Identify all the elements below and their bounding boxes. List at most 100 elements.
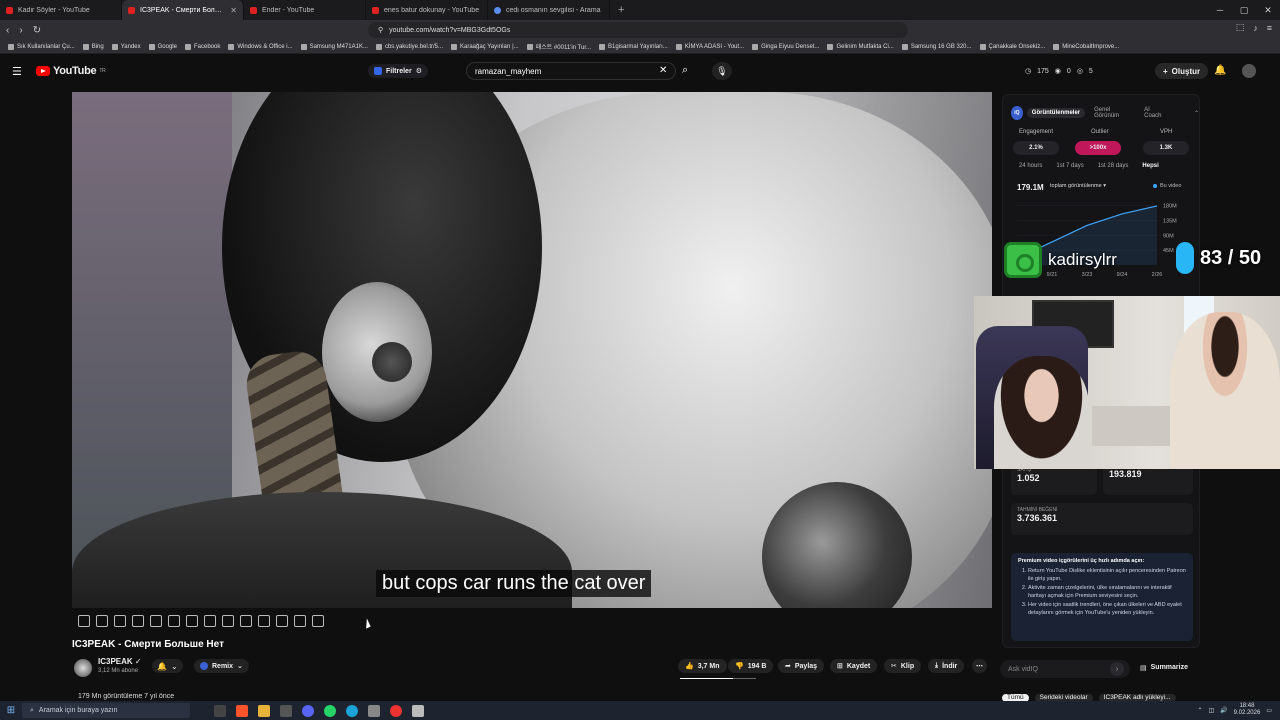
windows-start-icon[interactable]: ⊞ — [0, 705, 22, 716]
bookmark-item[interactable]: Facebook — [184, 43, 220, 50]
bookmark-item[interactable]: Samsung 16 GB 320... — [901, 43, 972, 50]
app-icon[interactable] — [368, 704, 380, 717]
notifications-bell-icon[interactable]: 🔔 — [1214, 65, 1226, 76]
range-all[interactable]: Hepsi — [1142, 163, 1158, 169]
extension-icon[interactable]: ⬚ — [1236, 22, 1245, 33]
more-actions-button[interactable]: ⋯ — [972, 659, 987, 673]
speed-icon[interactable] — [204, 615, 216, 627]
flask-icon[interactable] — [294, 615, 306, 627]
camera-icon[interactable] — [276, 615, 288, 627]
bookmark-item[interactable]: Bing — [82, 43, 104, 50]
audio-icon[interactable] — [114, 615, 126, 627]
bookmark-item[interactable]: Ginga Eiyuu Denset... — [752, 43, 819, 50]
speed-alt-icon[interactable] — [222, 615, 234, 627]
bookmark-item[interactable]: Samsung M471A1K... — [300, 43, 368, 50]
playlist-icon[interactable] — [132, 615, 144, 627]
channel-name[interactable]: IC3PEAK ✓ — [98, 657, 142, 666]
bookmark-item[interactable]: Sık Kullanılanlar Çu... — [8, 43, 75, 50]
bookmark-item[interactable]: Windows & Office i... — [228, 43, 293, 50]
chevron-up-icon[interactable]: ⌃ — [1194, 110, 1199, 117]
close-tab-icon[interactable]: ✕ — [230, 6, 237, 15]
send-icon[interactable]: › — [1110, 662, 1124, 676]
bookmark-item[interactable]: Gelinim Mutfakta Ci... — [827, 43, 894, 50]
minimize-icon[interactable]: ─ — [1208, 5, 1232, 15]
create-button[interactable]: + Oluştur — [1155, 63, 1209, 79]
bookmark-item[interactable]: 패스트 #0011'in Tur... — [526, 42, 591, 51]
subscription-bell-button[interactable]: 🔔 ⌄ — [152, 659, 183, 673]
save-button[interactable]: ⊞ Kaydet — [830, 659, 878, 673]
app-icon[interactable] — [346, 704, 358, 717]
share-button[interactable]: ➦ Paylaş — [778, 659, 825, 673]
like-button[interactable]: 👍 3,7 Mn — [678, 659, 727, 673]
hamburger-menu-icon[interactable]: ☰ — [12, 65, 22, 78]
discord-icon[interactable] — [302, 704, 314, 717]
bookmark-item[interactable]: B1gisarmal Yayınları... — [599, 43, 668, 50]
browser-tab[interactable]: enes batur dokunay - YouTube — [366, 0, 488, 20]
youtube-logo[interactable]: YouTube TR — [36, 65, 106, 77]
bookmark-item[interactable]: Çanakkale Onsekiz... — [979, 43, 1045, 50]
gear-icon[interactable] — [312, 615, 324, 627]
address-bar[interactable]: ⚲ youtube.com/watch?v=MBG3Gdt5OGs — [368, 22, 908, 38]
new-tab-button[interactable]: + — [618, 4, 624, 16]
bookmark-item[interactable]: cbs.yakutiye.bel.tr/5... — [375, 43, 443, 50]
bookmark-item[interactable]: Karaağaç Yayınları |... — [451, 43, 519, 50]
range-7d[interactable]: 1st 7 days — [1056, 163, 1083, 169]
music-icon[interactable]: ♪ — [1253, 23, 1258, 33]
menu-icon[interactable]: ≡ — [1267, 23, 1272, 33]
back-icon[interactable]: ‹ — [6, 25, 9, 36]
task-view-icon[interactable] — [214, 704, 226, 717]
remix-button[interactable]: Remix ⌄ — [194, 659, 249, 673]
tab-overview[interactable]: Genel Görünüm — [1089, 105, 1135, 121]
tab-views[interactable]: Görüntülenmeler — [1026, 108, 1086, 118]
channel-avatar[interactable] — [74, 659, 92, 677]
dislike-button[interactable]: 👎 194 B — [728, 659, 774, 673]
browser-tab[interactable]: Ender - YouTube — [244, 0, 366, 20]
clip-button[interactable]: ✂ Klip — [884, 659, 922, 673]
bookmark-item[interactable]: Yandex — [111, 43, 141, 50]
bookmark-item[interactable]: MineCobaltImprove... — [1053, 43, 1119, 50]
obs-icon[interactable] — [390, 704, 402, 717]
whatsapp-icon[interactable] — [324, 704, 336, 717]
screenshot-icon[interactable] — [258, 615, 270, 627]
file-explorer-icon[interactable] — [258, 704, 270, 717]
cinema-icon[interactable] — [150, 615, 162, 627]
chevron-up-icon[interactable]: ⌃ — [1197, 707, 1202, 714]
browser-tab-active[interactable]: IC3PEAK - Смерти Больше Нет✕ — [122, 0, 244, 20]
bookmark-item[interactable]: Google — [148, 43, 177, 50]
filters-button[interactable]: Filtreler ⚙ — [368, 64, 428, 78]
tab-ai-coach[interactable]: AI Coach — [1139, 105, 1170, 121]
reload-icon[interactable]: ↻ — [33, 25, 41, 36]
browser-tab[interactable]: cedi osmanın sevgilisi - Arama — [488, 0, 610, 20]
download-button[interactable]: ⤓ İndir — [928, 659, 965, 673]
microphone-icon[interactable]: 🎙 — [712, 62, 732, 80]
video-player[interactable] — [72, 92, 992, 608]
video-caption: but cops car runs the cat over — [376, 570, 652, 597]
theater-icon[interactable] — [186, 615, 198, 627]
maximize-icon[interactable]: ▢ — [1232, 5, 1256, 16]
search-input[interactable]: ramazan_mayhem — [466, 62, 676, 80]
clock[interactable]: 18:48 9.02.2026 — [1234, 703, 1261, 717]
search-icon[interactable]: ⌕ — [682, 64, 688, 77]
browser-tab[interactable]: Kadir Söyler - YouTube — [0, 0, 122, 20]
summarize-button[interactable]: ▤ Summarize — [1140, 664, 1188, 672]
sort-icon[interactable] — [96, 615, 108, 627]
terminal-icon[interactable] — [280, 704, 292, 717]
notifications-icon[interactable]: ▭ — [1266, 707, 1272, 714]
forward-icon[interactable]: › — [19, 25, 22, 36]
account-avatar[interactable] — [1242, 64, 1256, 78]
range-24h[interactable]: 24 hours — [1019, 163, 1042, 169]
metric-select[interactable]: toplam görüntülenme ▾ — [1050, 183, 1106, 189]
taskbar-search[interactable]: ⌕ Aramak için buraya yazın — [22, 703, 190, 718]
pip-icon[interactable] — [168, 615, 180, 627]
network-icon[interactable]: ◫ — [1208, 707, 1214, 714]
brave-icon[interactable] — [236, 704, 248, 717]
loop-icon[interactable] — [78, 615, 90, 627]
bookmark-item[interactable]: KİMYA ADASI - Yout... — [675, 43, 744, 50]
filter-icon[interactable] — [240, 615, 252, 627]
clear-search-icon[interactable]: ✕ — [659, 65, 667, 76]
site-info-icon[interactable]: ⚲ — [378, 26, 383, 34]
volume-icon[interactable]: 🔊 — [1220, 707, 1227, 714]
range-28d[interactable]: 1st 28 days — [1098, 163, 1129, 169]
shield-icon[interactable] — [412, 704, 424, 717]
close-window-icon[interactable]: ✕ — [1256, 5, 1280, 16]
